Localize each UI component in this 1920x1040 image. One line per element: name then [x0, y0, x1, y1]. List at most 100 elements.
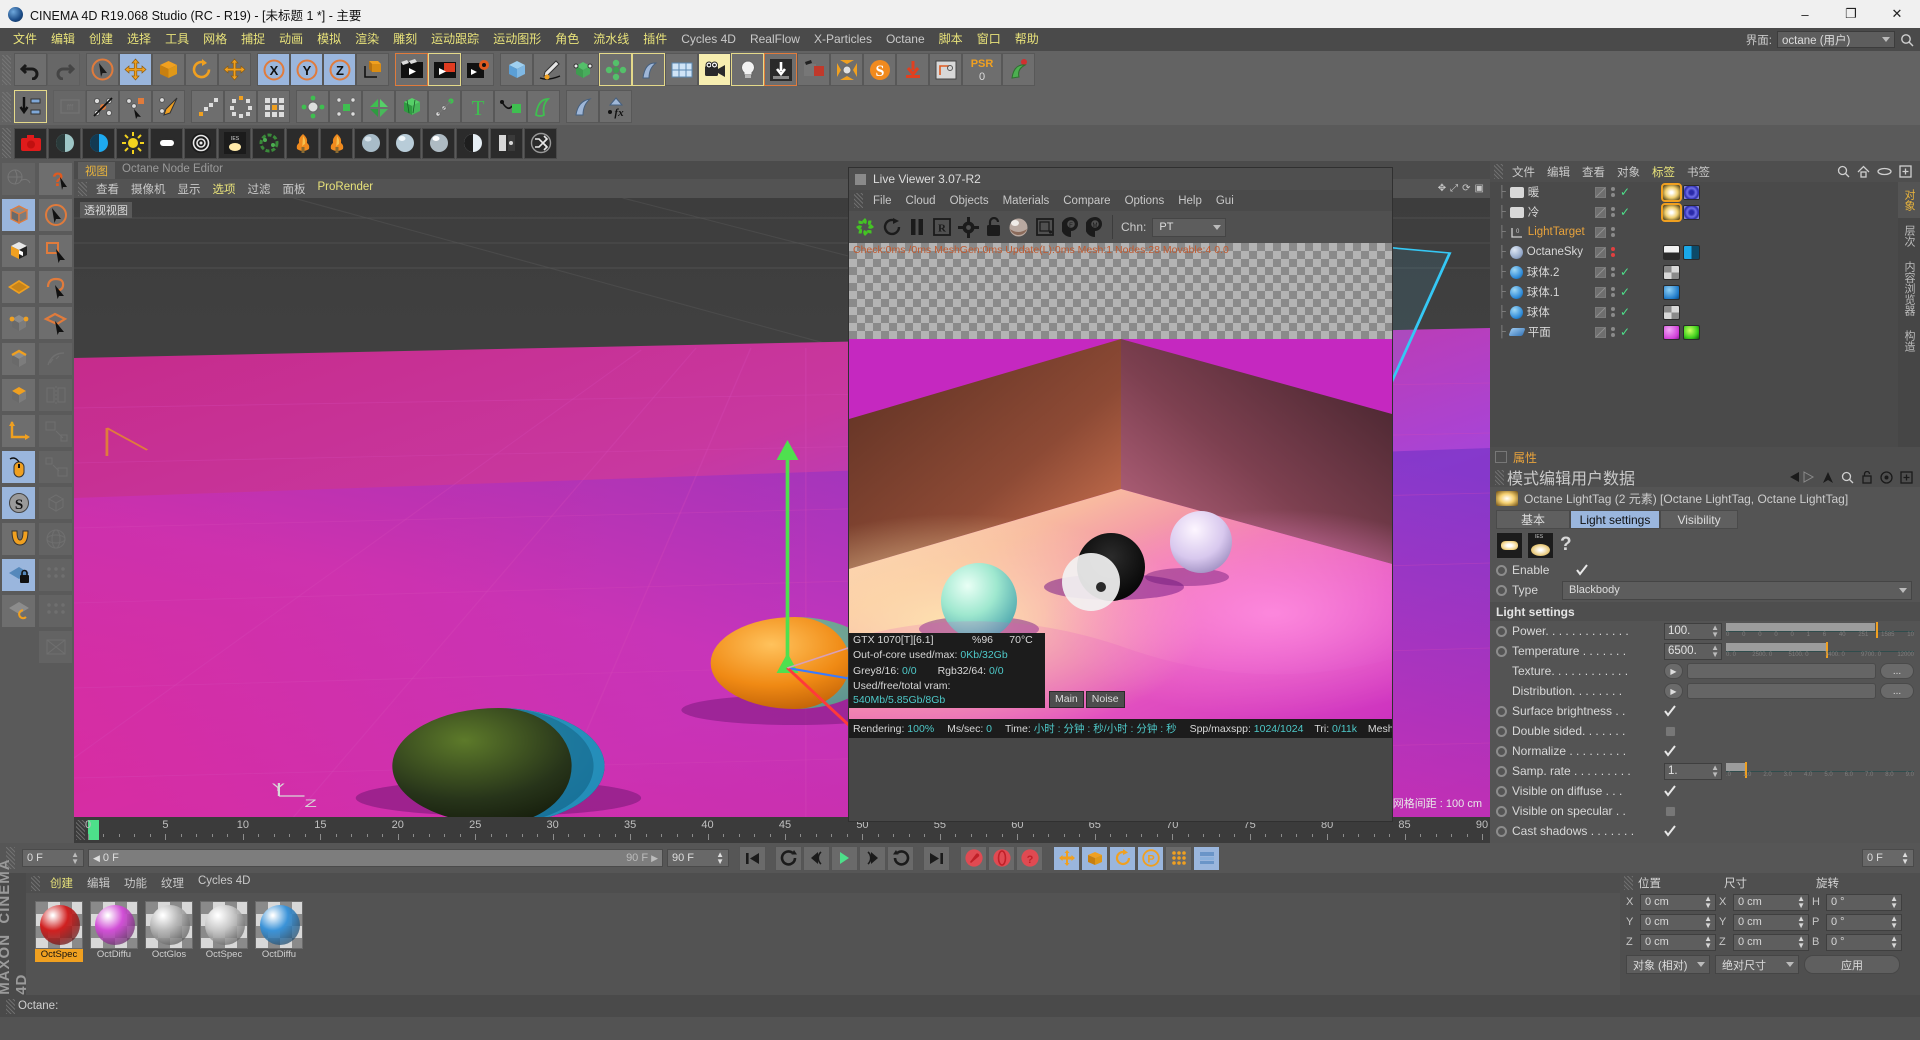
move-view-icon[interactable]: ✥	[1438, 183, 1446, 194]
parameter-record-controls[interactable]: P	[1053, 846, 1220, 871]
floor-environment-button[interactable]	[665, 53, 698, 86]
light-preset-row[interactable]: IES ?	[1490, 530, 1920, 560]
material-manager-grip[interactable]	[31, 876, 40, 891]
material-swatches[interactable]: OctSpecOctDiffuOctGlosOctSpecOctDiffu	[26, 893, 1620, 962]
param-checkbox[interactable]	[1664, 705, 1676, 717]
param-checkbox[interactable]	[1664, 825, 1676, 837]
tag-material-tag-checker[interactable]	[1663, 265, 1680, 280]
live-viewer-grip[interactable]	[854, 193, 863, 208]
object-row-tags[interactable]	[1661, 325, 1700, 340]
record-scale-icon[interactable]	[1081, 846, 1108, 871]
menu-item-2[interactable]: 创建	[82, 28, 120, 51]
object-row-tags[interactable]	[1661, 305, 1680, 320]
live-viewer-menu-0[interactable]: File	[866, 195, 899, 207]
menu-item-16[interactable]: Cycles 4D	[674, 28, 743, 51]
select-tool-button[interactable]	[86, 53, 119, 86]
param-value-field[interactable]: 100.▲▼	[1664, 623, 1722, 640]
make-editable-button[interactable]	[14, 90, 47, 123]
rotation-h-field[interactable]: 0 °▲▼	[1826, 894, 1902, 911]
mograph-text-button[interactable]: T	[461, 90, 494, 123]
octane-specular-material-icon[interactable]	[422, 128, 455, 159]
rotation-b-field[interactable]: 0 °▲▼	[1826, 934, 1902, 951]
param-row-texture[interactable]: Texture. . . . . . . . . . . .▶...	[1490, 661, 1920, 681]
object-row-name-cell[interactable]: ├OctaneSky	[1490, 246, 1595, 259]
material-swatch[interactable]: OctDiffu	[255, 901, 303, 962]
go-to-end-icon[interactable]	[923, 846, 950, 871]
live-viewer-menu-3[interactable]: Materials	[996, 195, 1057, 207]
tag-target-tag[interactable]	[1683, 185, 1700, 200]
live-viewer-titlebar[interactable]: Live Viewer 3.07-R2	[849, 168, 1392, 190]
animate-radio-icon[interactable]	[1496, 585, 1507, 596]
animate-radio-icon[interactable]	[1496, 766, 1507, 777]
keyframe-selection-icon[interactable]: ?	[1016, 846, 1043, 871]
object-row[interactable]: ├0LightTarget	[1490, 222, 1898, 242]
toolbar-grip-3[interactable]	[2, 128, 11, 158]
home-icon[interactable]	[1857, 165, 1870, 178]
menu-item-14[interactable]: 流水线	[586, 28, 636, 51]
object-row-visibility[interactable]: ✓	[1595, 305, 1661, 319]
coordinate-row[interactable]: X0 cm▲▼X0 cm▲▼H0 °▲▼	[1620, 892, 1920, 912]
layer-box-icon[interactable]	[1595, 287, 1606, 298]
tag-target-tag[interactable]	[1683, 205, 1700, 220]
animation-layer-icon[interactable]	[1193, 846, 1220, 871]
lock-x-axis-button[interactable]: X	[257, 53, 290, 86]
viewport-layout-icons[interactable]: ✥ ⤢ ⟳ ▣	[1438, 183, 1490, 194]
help-cursor-icon[interactable]: ?	[38, 162, 73, 196]
fracture-button[interactable]	[362, 90, 395, 123]
octane-target-light-icon[interactable]	[184, 128, 217, 159]
attributes-body[interactable]: Octane LightTag (2 元素) [Octane LightTag,…	[1490, 487, 1920, 843]
animate-radio-icon[interactable]	[1496, 806, 1507, 817]
matrix-button[interactable]	[329, 90, 362, 123]
object-row-name-cell[interactable]: ├球体.1	[1490, 284, 1595, 300]
grid-array-button[interactable]	[257, 90, 290, 123]
live-viewer-menu-1[interactable]: Cloud	[899, 195, 943, 207]
render-queue-button[interactable]	[797, 53, 830, 86]
region-render-icon[interactable]: R	[932, 217, 952, 237]
coordinates-manager[interactable]: 位置 尺寸 旋转 X0 cm▲▼X0 cm▲▼H0 °▲▼Y0 cm▲▼Y0 c…	[1620, 873, 1920, 995]
octane-sunlight-icon[interactable]	[116, 128, 149, 159]
param-row-visible-on-specular[interactable]: Visible on specular . .	[1490, 801, 1920, 821]
bevel-icon[interactable]	[38, 486, 73, 520]
param-slider[interactable]: .01.02.03.04.05.06.07.08.09.0	[1726, 763, 1914, 780]
lock-y-axis-button[interactable]: Y	[290, 53, 323, 86]
visibility-dots-icon[interactable]	[1611, 207, 1615, 217]
size-z-field[interactable]: 0 cm▲▼	[1733, 934, 1809, 951]
step-back-key-icon[interactable]	[775, 846, 802, 871]
tag-octane-light-tag[interactable]	[1663, 185, 1680, 200]
record-rotation-icon[interactable]	[1109, 846, 1136, 871]
layer-box-icon[interactable]	[1595, 227, 1606, 238]
object-menu-1[interactable]: 编辑	[1541, 164, 1576, 180]
live-viewer-menubar[interactable]: FileCloudObjectsMaterialsCompareOptionsH…	[849, 190, 1392, 211]
mograph-tracer-button[interactable]	[428, 90, 461, 123]
tab-noise[interactable]: Noise	[1086, 691, 1125, 709]
octane-diffuse-material-icon[interactable]	[354, 128, 387, 159]
status-grip[interactable]	[6, 999, 15, 1014]
live-viewer-menu-5[interactable]: Options	[1118, 195, 1172, 207]
size-x-field[interactable]: 0 cm▲▼	[1733, 894, 1809, 911]
bend-deformer-button[interactable]	[632, 53, 665, 86]
attributes-menubar[interactable]: 模式编辑用户数据	[1490, 467, 1920, 487]
drop-to-floor-button[interactable]	[896, 53, 929, 86]
object-row[interactable]: ├球体.2✓	[1490, 262, 1898, 282]
minimize-button[interactable]: –	[1782, 0, 1828, 28]
coordinate-system-button[interactable]	[929, 53, 962, 86]
menu-item-10[interactable]: 雕刻	[386, 28, 424, 51]
object-row-visibility[interactable]	[1595, 227, 1661, 238]
material-name[interactable]: OctSpec	[200, 949, 248, 962]
object-row[interactable]: ├暖✓	[1490, 182, 1898, 202]
menu-item-18[interactable]: X-Particles	[807, 28, 879, 51]
enabled-check-icon[interactable]: ✓	[1620, 205, 1630, 219]
menu-item-4[interactable]: 工具	[158, 28, 196, 51]
object-row-visibility[interactable]: ✓	[1595, 285, 1661, 299]
param-row-cast-shadows[interactable]: Cast shadows . . . . . . .	[1490, 821, 1920, 841]
cube-primitive-button[interactable]	[500, 53, 533, 86]
move-tool-button[interactable]	[119, 53, 152, 86]
material-menu-4[interactable]: Cycles 4D	[191, 875, 257, 891]
point-grid-icon[interactable]	[38, 558, 73, 592]
octane-area-light-icon[interactable]	[150, 128, 183, 159]
free-move-tool-button[interactable]	[218, 53, 251, 86]
object-row[interactable]: ├平面✓	[1490, 322, 1898, 342]
workplane-mode-icon[interactable]	[1, 270, 36, 304]
attributes-menu-0[interactable]: 模式	[1507, 465, 1539, 489]
viewport-menu-3[interactable]: 选项	[207, 181, 242, 197]
